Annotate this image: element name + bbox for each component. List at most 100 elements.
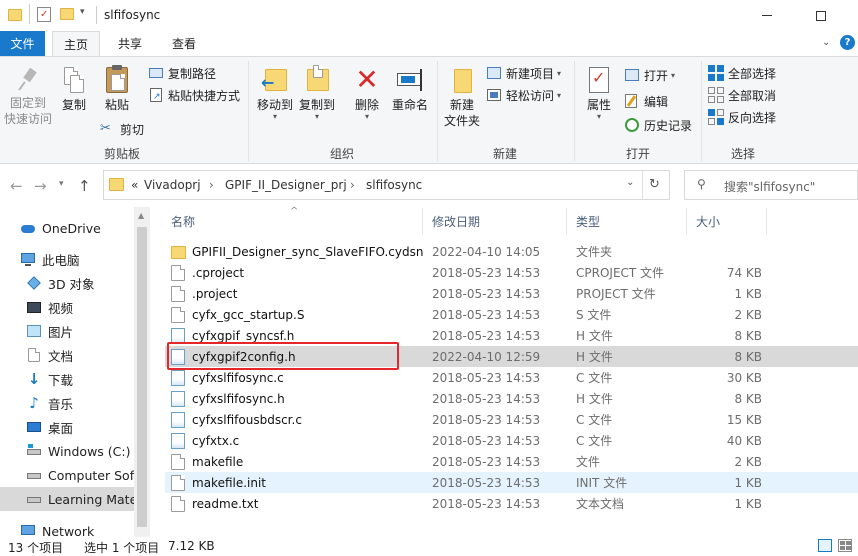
- file-row[interactable]: cyfxslfifosync.h 2018-05-23 14:53 H 文件 8 KB: [165, 388, 858, 409]
- minimize-button[interactable]: [744, 0, 790, 31]
- column-header-size[interactable]: 大小: [696, 208, 756, 234]
- file-type: H 文件: [576, 392, 613, 406]
- computer-icon: [20, 251, 36, 267]
- sidebar-item-pictures[interactable]: 图片: [0, 319, 134, 343]
- column-divider[interactable]: [422, 208, 423, 234]
- maximize-icon: [816, 10, 826, 21]
- file-row[interactable]: .cproject 2018-05-23 14:53 CPROJECT 文件 74 K…: [165, 262, 858, 283]
- paste-button[interactable]: 粘贴: [98, 65, 136, 113]
- select-none-button[interactable]: 全部取消: [708, 85, 776, 105]
- file-row[interactable]: readme.txt 2018-05-23 14:53 文本文档 1 KB: [165, 493, 858, 514]
- sidebar-item-music[interactable]: ♪ 音乐: [0, 391, 134, 415]
- copy-button[interactable]: 复制: [56, 67, 92, 113]
- select-all-button[interactable]: 全部选择: [708, 63, 776, 83]
- file-row[interactable]: cyfxslfifousbdscr.c 2018-05-23 14:53 C 文件 1…: [165, 409, 858, 430]
- column-header-name[interactable]: 名称: [171, 208, 421, 234]
- file-size: 8 KB: [734, 328, 762, 343]
- easy-access-button[interactable]: 轻松访问 ▾: [486, 85, 561, 105]
- picture-icon: [26, 323, 42, 339]
- details-view-icon[interactable]: [818, 539, 832, 552]
- history-button[interactable]: 历史记录: [624, 115, 692, 135]
- tab-share[interactable]: 共享: [108, 31, 152, 56]
- paste-label: 粘贴: [104, 98, 129, 112]
- quick-access-dropdown-icon[interactable]: ▾: [80, 7, 85, 17]
- file-icon: [171, 454, 185, 470]
- source-file-icon: [171, 412, 185, 428]
- rename-button[interactable]: 重命名: [388, 65, 432, 113]
- pin-quick-access-button[interactable]: 固定到 快速访问: [2, 67, 54, 127]
- tab-home[interactable]: 主页: [52, 31, 100, 57]
- large-icons-view-icon[interactable]: [838, 539, 852, 552]
- sidebar-item-learning-mate[interactable]: Learning Mate: [0, 487, 134, 511]
- help-icon[interactable]: ?: [840, 35, 855, 50]
- column-header-date[interactable]: 修改日期: [432, 208, 562, 234]
- sidebar-scrollbar[interactable]: ▲: [134, 207, 150, 539]
- new-folder-quick-icon[interactable]: [60, 8, 74, 20]
- column-divider[interactable]: [686, 208, 687, 234]
- tab-file[interactable]: 文件: [0, 31, 45, 56]
- folder-app-icon: [8, 9, 22, 21]
- column-divider[interactable]: [766, 208, 767, 234]
- scrollbar-thumb[interactable]: [137, 227, 147, 527]
- column-header-type[interactable]: 类型: [576, 208, 676, 234]
- sidebar-item-computer-soft[interactable]: Computer Soft: [0, 463, 134, 487]
- breadcrumb-separator-icon[interactable]: ›: [209, 178, 214, 192]
- copy-path-button[interactable]: 复制路径: [148, 63, 216, 83]
- delete-button[interactable]: ✕ 删除 ▾: [350, 65, 384, 121]
- select-all-label: 全部选择: [728, 66, 777, 81]
- new-folder-button[interactable]: 新建 文件夹: [442, 65, 482, 129]
- search-box[interactable]: ⚲ 搜索"slfifosync": [684, 170, 858, 200]
- file-row[interactable]: makefile.init 2018-05-23 14:53 INIT 文件 1 KB: [165, 472, 858, 493]
- open-button[interactable]: 打开 ▾: [624, 65, 675, 85]
- file-row[interactable]: makefile 2018-05-23 14:53 文件 2 KB: [165, 451, 858, 472]
- group-separator: [701, 61, 702, 161]
- address-bar[interactable]: « Vivadoprj › GPIF_II_Designer_prj › slf…: [103, 170, 670, 200]
- properties-quick-icon[interactable]: ✓: [37, 7, 51, 22]
- sidebar-item-3d-objects[interactable]: 3D 对象: [0, 271, 134, 295]
- move-to-dropdown-icon: ▾: [272, 112, 277, 121]
- sidebar-item-onedrive[interactable]: OneDrive: [0, 216, 134, 240]
- new-group-label: 新建: [492, 147, 517, 161]
- edit-label: 编辑: [644, 94, 669, 109]
- column-divider[interactable]: [566, 208, 567, 234]
- sidebar-item-downloads[interactable]: ↓ 下载: [0, 367, 134, 391]
- file-row[interactable]: cyfxtx.c 2018-05-23 14:53 C 文件 40 KB: [165, 430, 858, 451]
- file-size: 40 KB: [726, 433, 762, 448]
- address-overflow[interactable]: «: [131, 178, 138, 192]
- sidebar-item-this-pc[interactable]: 此电脑: [0, 247, 134, 271]
- tab-view[interactable]: 查看: [162, 31, 206, 56]
- address-dropdown-icon[interactable]: ⌄: [626, 177, 634, 188]
- sidebar-item-desktop[interactable]: 桌面: [0, 415, 134, 439]
- forward-arrow-icon[interactable]: →: [34, 177, 47, 195]
- move-to-button[interactable]: ← 移动到 ▾: [255, 65, 295, 121]
- properties-button[interactable]: ✓ 属性 ▾: [582, 65, 616, 121]
- back-arrow-icon[interactable]: ←: [10, 177, 23, 195]
- scroll-up-icon[interactable]: ▲: [138, 211, 144, 220]
- sidebar-item-label: 音乐: [48, 396, 74, 412]
- file-row[interactable]: GPIFII_Designer_sync_SlaveFIFO.cydsn 2022…: [165, 241, 858, 262]
- maximize-button[interactable]: [798, 0, 844, 31]
- breadcrumb-slfifosync[interactable]: slfifosync: [366, 178, 422, 192]
- copy-path-icon: [148, 65, 164, 81]
- breadcrumb-vivadoprj[interactable]: Vivadoprj: [144, 178, 201, 192]
- highlight-box: [167, 342, 399, 370]
- file-type: S 文件: [576, 308, 612, 322]
- file-row[interactable]: cyfxslfifosync.c 2018-05-23 14:53 C 文件 30 K…: [165, 367, 858, 388]
- recent-locations-icon[interactable]: ▾: [59, 179, 64, 189]
- new-item-button[interactable]: 新建项目 ▾: [486, 63, 561, 83]
- sidebar-item-windows-c[interactable]: Windows (C:): [0, 439, 134, 463]
- sidebar-item-documents[interactable]: 文档: [0, 343, 134, 367]
- breadcrumb-separator-icon[interactable]: ›: [350, 178, 355, 192]
- ribbon-expand-icon[interactable]: ⌄: [822, 37, 830, 48]
- edit-button[interactable]: 编辑: [624, 91, 668, 111]
- up-arrow-icon[interactable]: ↑: [78, 177, 91, 195]
- breadcrumb-gpif-designer[interactable]: GPIF_II_Designer_prj: [225, 178, 347, 192]
- invert-selection-button[interactable]: 反向选择: [708, 107, 776, 127]
- sidebar-item-videos[interactable]: 视频: [0, 295, 134, 319]
- cut-button[interactable]: ✂ 剪切: [100, 119, 144, 139]
- file-row[interactable]: .project 2018-05-23 14:53 PROJECT 文件 1 KB: [165, 283, 858, 304]
- refresh-icon[interactable]: ↻: [649, 177, 660, 192]
- copy-to-button[interactable]: 复制到 ▾: [297, 65, 337, 121]
- file-row[interactable]: cyfx_gcc_startup.S 2018-05-23 14:53 S 文件 2 …: [165, 304, 858, 325]
- paste-shortcut-button[interactable]: ↗ 粘贴快捷方式: [148, 85, 240, 105]
